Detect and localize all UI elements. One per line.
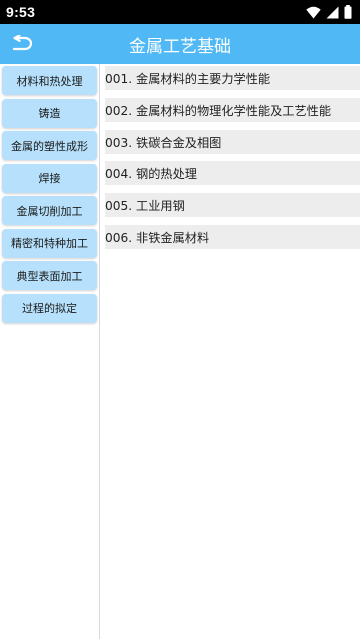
sidebar-item-label: 典型表面加工 [16,269,83,283]
sidebar-item-metal-cutting[interactable]: 金属切削加工 [2,196,97,225]
category-sidebar: 材料和热处理 铸造 金属的塑性成形 焊接 金属切削加工 精密和特种加工 典型表面… [0,64,100,639]
sidebar-item-precision-special-machining[interactable]: 精密和特种加工 [2,228,97,258]
sidebar-item-process-planning[interactable]: 过程的拟定 [2,293,97,323]
status-time: 9:53 [6,4,36,20]
list-item[interactable]: 004. 钢的热处理 [105,161,360,186]
sidebar-item-casting[interactable]: 铸造 [2,98,97,128]
cellular-signal-icon [326,6,339,18]
sidebar-item-label: 焊接 [38,172,61,185]
wifi-icon [306,6,321,18]
sidebar-item-label: 金属切削加工 [16,204,83,218]
sidebar-item-welding[interactable]: 焊接 [2,163,97,193]
list-item-label: 002. 金属材料的物理化学性能及工艺性能 [105,103,332,118]
list-item-label: 005. 工业用钢 [105,199,185,214]
sidebar-item-label: 过程的拟定 [22,302,77,315]
sidebar-item-plastic-forming[interactable]: 金属的塑性成形 [2,131,97,160]
list-item[interactable]: 003. 铁碳合金及相图 [105,129,360,154]
back-arrow-icon [12,35,33,51]
sidebar-item-label: 精密和特种加工 [11,237,88,250]
list-item[interactable]: 005. 工业用钢 [105,193,360,218]
list-item[interactable]: 002. 金属材料的物理化学性能及工艺性能 [105,97,360,122]
sidebar-item-label: 金属的塑性成形 [11,139,88,153]
status-bar: 9:53 [0,0,360,24]
sidebar-item-label: 铸造 [38,107,61,120]
status-icons [306,5,352,19]
back-button[interactable] [0,24,44,64]
list-item-label: 006. 非铁金属材料 [105,230,210,245]
chapter-list: 001. 金属材料的主要力学性能 002. 金属材料的物理化学性能及工艺性能 0… [100,64,360,639]
page-title: 金属工艺基础 [129,36,231,57]
sidebar-item-surface-machining[interactable]: 典型表面加工 [2,261,97,290]
list-item[interactable]: 006. 非铁金属材料 [105,224,360,249]
list-item-label: 004. 钢的热处理 [105,167,197,182]
content-area: 材料和热处理 铸造 金属的塑性成形 焊接 金属切削加工 精密和特种加工 典型表面… [0,64,360,639]
list-item-label: 003. 铁碳合金及相图 [105,135,222,150]
list-item[interactable]: 001. 金属材料的主要力学性能 [105,66,360,90]
list-item-label: 001. 金属材料的主要力学性能 [105,72,271,86]
sidebar-item-label: 材料和热处理 [16,74,83,88]
app-bar: 金属工艺基础 [0,24,360,64]
battery-icon [344,5,352,19]
sidebar-item-materials-heat-treatment[interactable]: 材料和热处理 [2,66,97,95]
